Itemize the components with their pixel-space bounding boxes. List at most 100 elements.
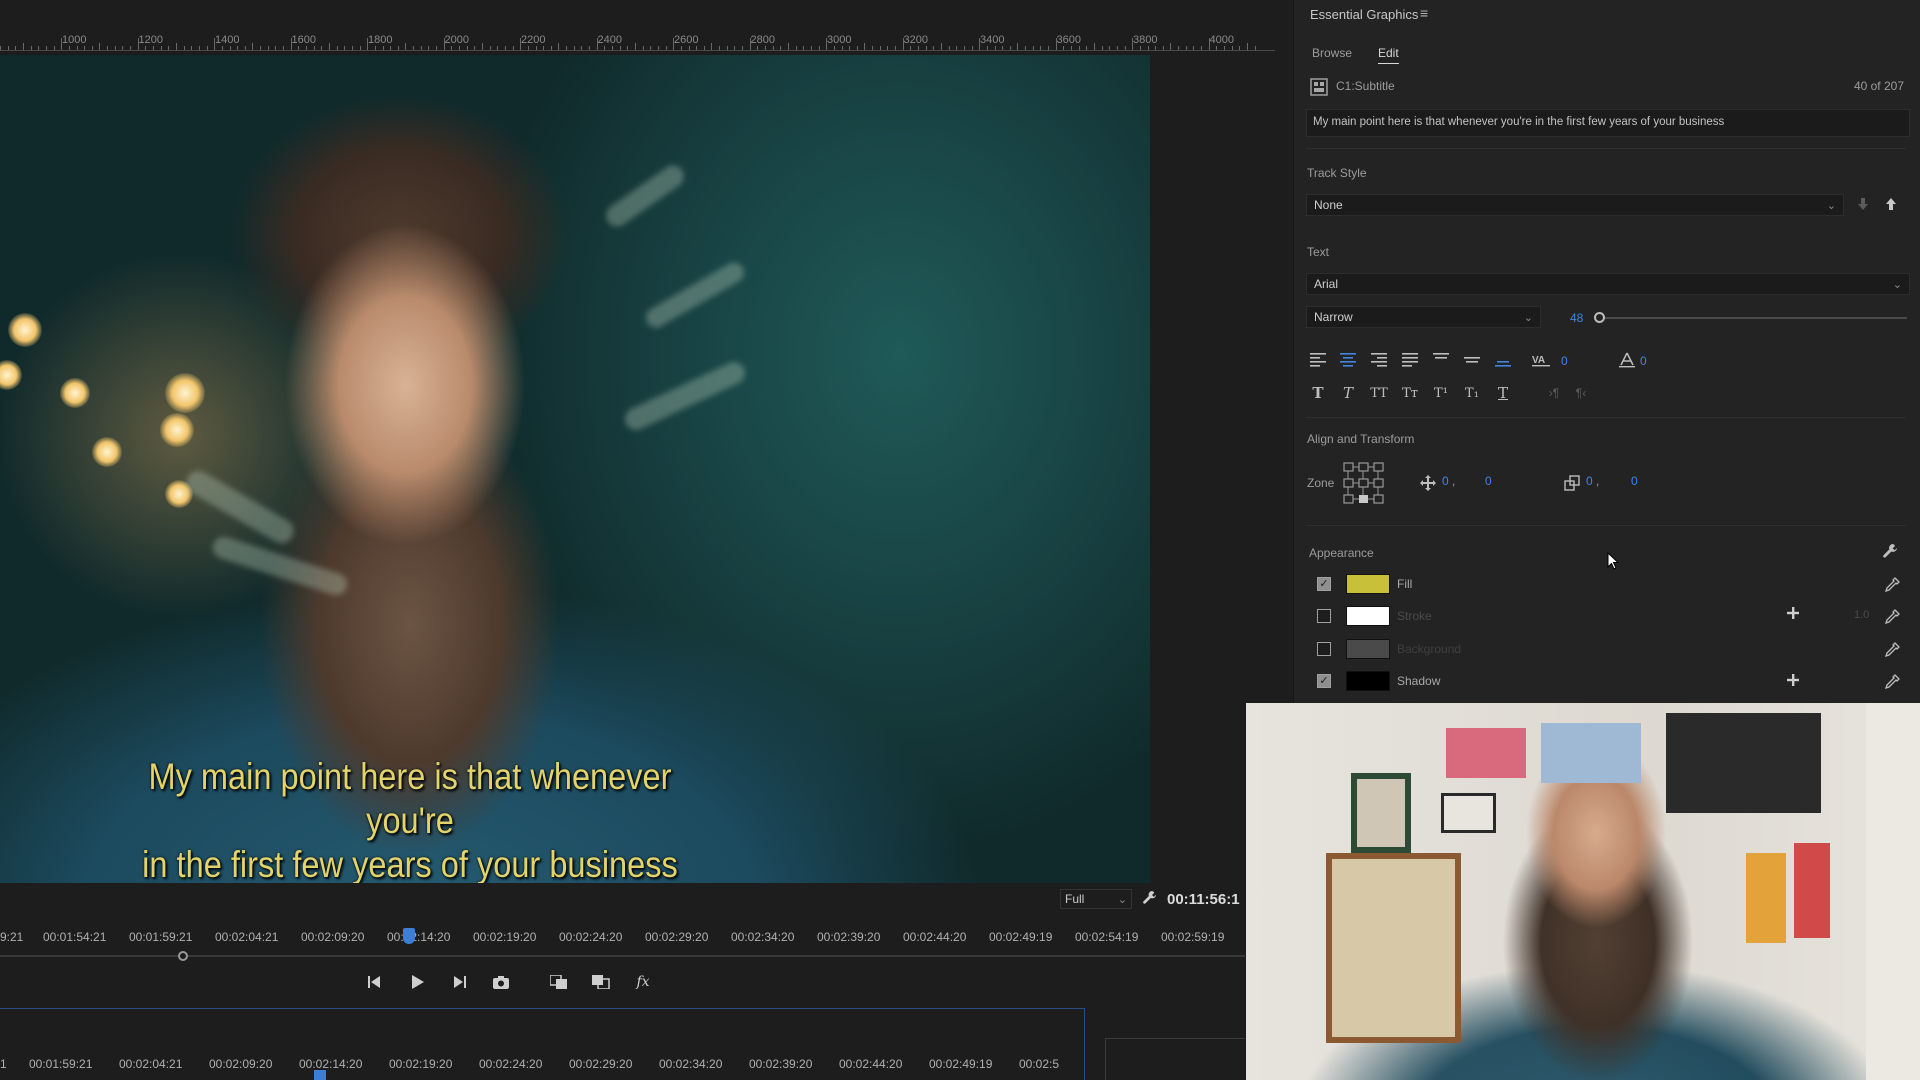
insert-button[interactable] (549, 972, 569, 992)
eyedropper-icon[interactable] (1884, 674, 1902, 692)
ruler-tick (1040, 46, 1042, 50)
font-size-slider-track[interactable] (1598, 317, 1907, 319)
font-size-slider-handle[interactable] (1594, 312, 1605, 323)
step-back-button[interactable] (365, 972, 385, 992)
justify-icon[interactable] (1399, 350, 1421, 370)
ruler-tick (566, 46, 568, 50)
eyedropper-icon[interactable] (1884, 609, 1902, 627)
align-bottom-icon[interactable] (1492, 350, 1514, 370)
ruler-tick (558, 43, 560, 50)
tracking-value[interactable]: 0 (1561, 354, 1568, 368)
ruler-tick (351, 46, 353, 50)
tab-browse[interactable]: Browse (1312, 46, 1352, 60)
bokeh-light (165, 373, 205, 413)
ruler-tick (229, 46, 231, 50)
track-style-label: Track Style (1307, 166, 1367, 180)
stroke-checkbox[interactable] (1317, 609, 1331, 623)
rtl-direction-icon[interactable]: ¶‹ (1570, 383, 1592, 403)
shadow-checkbox[interactable]: ✓ (1317, 674, 1331, 688)
ruler-tick (84, 46, 86, 50)
shadow-color-swatch[interactable] (1346, 671, 1390, 691)
timeline-ruler-label: 00:02:09:20 (209, 1057, 273, 1071)
ltr-direction-icon[interactable]: ›¶ (1543, 383, 1565, 403)
background-label: Background (1397, 642, 1462, 656)
time-ruler-label: 00:02:19:20 (473, 930, 537, 944)
ruler-tick (910, 46, 912, 50)
sequence-timeline[interactable]: 1 00:01:59:21 00:02:04:21 00:02:09:20 00:02:… (0, 1008, 1085, 1080)
play-button[interactable] (407, 972, 427, 992)
tab-edit[interactable]: Edit (1378, 46, 1399, 64)
ruler-tick (589, 46, 591, 50)
ruler-tick (543, 46, 545, 50)
background-color-swatch[interactable] (1346, 639, 1390, 659)
monitor-playhead[interactable] (403, 928, 415, 944)
text-section-label: Text (1307, 245, 1330, 259)
track-style-dropdown[interactable]: None ⌄ (1306, 194, 1844, 216)
ruler-tick (275, 46, 277, 50)
fill-checkbox[interactable]: ✓ (1317, 577, 1331, 591)
all-caps-icon[interactable]: TT (1368, 383, 1390, 403)
wrench-icon[interactable] (1882, 543, 1900, 561)
plant-frond (601, 161, 689, 231)
caption-text-field[interactable]: My main point here is that whenever you'… (1306, 109, 1910, 137)
wall-door (1866, 703, 1920, 1080)
leading-value[interactable]: 0 (1640, 354, 1647, 368)
align-center-icon[interactable] (1337, 350, 1359, 370)
font-family-dropdown[interactable]: Arial ⌄ (1306, 273, 1910, 295)
playhead-timecode[interactable]: 00:11:56:1 (1167, 891, 1240, 908)
scale-x-value[interactable]: 0 (1586, 474, 1593, 488)
fx-button[interactable]: fx (633, 972, 653, 992)
faux-italic-icon[interactable]: T (1337, 383, 1359, 403)
export-frame-button[interactable] (491, 972, 511, 992)
ruler-tick (405, 43, 407, 50)
font-size-value[interactable]: 48 (1570, 311, 1583, 325)
underline-icon[interactable]: T (1492, 383, 1514, 403)
superscript-icon[interactable]: T¹ (1430, 383, 1452, 403)
caption-overlay[interactable]: My main point here is that whenever you'… (120, 755, 701, 883)
position-y-value[interactable]: 0 (1485, 474, 1492, 488)
wrench-icon[interactable] (1142, 890, 1157, 909)
caption-line-2: in the first few years of your business (142, 844, 678, 883)
panel-menu-icon[interactable]: ≡ (1420, 5, 1428, 21)
leading-icon (1616, 350, 1638, 370)
timeline-ruler-label: 00:02:24:20 (479, 1057, 543, 1071)
align-middle-icon[interactable] (1461, 350, 1483, 370)
ruler-tick (420, 46, 422, 50)
ruler-tick (436, 46, 438, 50)
scale-y-value[interactable]: 0 (1631, 474, 1638, 488)
eyedropper-icon[interactable] (1884, 577, 1902, 595)
overwrite-button[interactable] (591, 972, 611, 992)
add-shadow-icon[interactable] (1786, 673, 1802, 689)
playback-resolution-select[interactable]: Full ⌄ (1060, 889, 1132, 909)
stroke-width-value[interactable]: 1.0 (1854, 609, 1869, 621)
align-left-icon[interactable] (1307, 350, 1329, 370)
eyedropper-icon[interactable] (1884, 642, 1902, 660)
timeline-playhead[interactable] (314, 1070, 326, 1080)
faux-bold-icon[interactable]: T (1307, 383, 1329, 403)
zoom-scroll-handle[interactable] (178, 951, 188, 961)
ruler-tick (856, 46, 858, 50)
align-top-icon[interactable] (1430, 350, 1452, 370)
stroke-color-swatch[interactable] (1346, 606, 1390, 626)
background-checkbox[interactable] (1317, 642, 1331, 656)
align-right-icon[interactable] (1368, 350, 1390, 370)
ruler-tick (91, 46, 93, 50)
program-video-frame[interactable]: My main point here is that whenever you'… (0, 55, 1150, 883)
add-stroke-icon[interactable] (1786, 606, 1802, 622)
ruler-tick (810, 46, 812, 50)
font-style-dropdown[interactable]: Narrow ⌄ (1306, 306, 1541, 328)
ruler-tick (994, 46, 996, 50)
push-style-down-icon[interactable] (1856, 197, 1872, 213)
ruler-tick (107, 46, 109, 50)
zone-grid-icon[interactable] (1342, 461, 1386, 505)
time-ruler-label: 00:02:14:20 (387, 930, 451, 944)
step-forward-button[interactable] (449, 972, 469, 992)
wall-sign (1666, 713, 1821, 813)
fill-color-swatch[interactable] (1346, 574, 1390, 594)
small-caps-icon[interactable]: Tᴛ (1399, 383, 1421, 403)
position-x-value[interactable]: 0 (1442, 474, 1449, 488)
ruler-tick (153, 46, 154, 50)
monitor-controls: Full ⌄ 00:11:56:1 (1060, 888, 1240, 910)
subscript-icon[interactable]: T₁ (1461, 383, 1483, 403)
push-style-up-icon[interactable] (1884, 197, 1900, 213)
